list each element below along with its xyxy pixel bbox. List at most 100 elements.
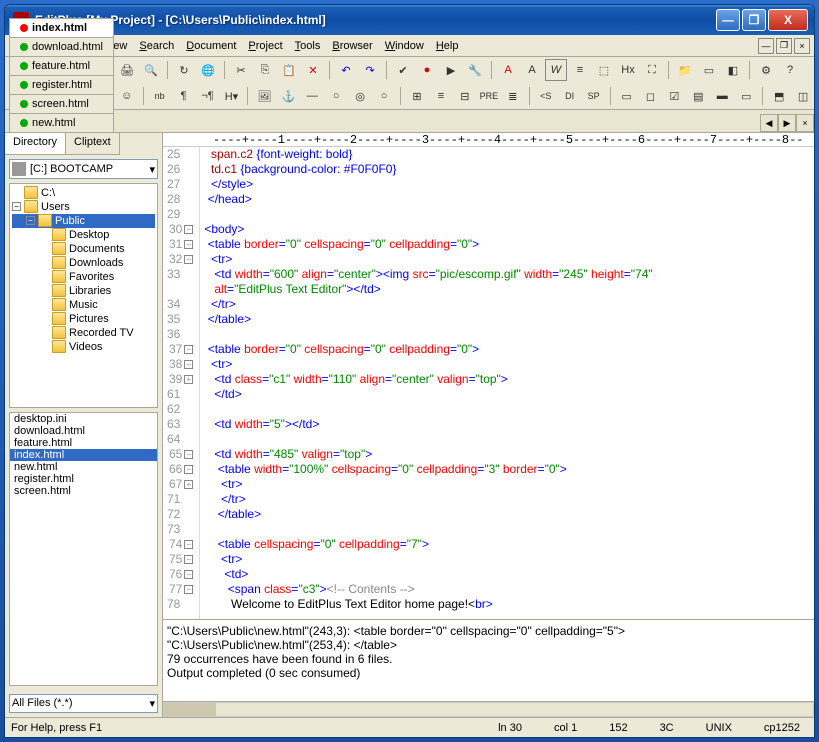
select-icon[interactable]: ⬚ (593, 59, 615, 81)
code-line[interactable]: </td> (204, 387, 814, 402)
code-line[interactable] (204, 522, 814, 537)
tree-node[interactable]: Desktop (12, 228, 155, 242)
code-line[interactable]: <span class="c3"><!-- Contents --> (204, 582, 814, 597)
menu-document[interactable]: Document (180, 38, 242, 54)
file-item[interactable]: new.html (10, 461, 157, 473)
code-line[interactable]: <tr> (204, 357, 814, 372)
dir-icon[interactable]: 📁 (674, 59, 696, 81)
browser-icon[interactable]: 🌐 (197, 59, 219, 81)
button-icon[interactable]: ▬ (711, 85, 733, 107)
titlebar[interactable]: EditPlus [My Project] - [C:\Users\Public… (5, 5, 814, 35)
fold-icon[interactable]: − (184, 240, 193, 249)
fold-icon[interactable]: − (184, 450, 193, 459)
code-line[interactable]: <table cellspacing="0" cellpadding="7"> (204, 537, 814, 552)
line-num-icon[interactable]: ≡ (569, 59, 591, 81)
delete-icon[interactable]: ✕ (302, 59, 324, 81)
doc-tab[interactable]: screen.html (9, 94, 114, 113)
fold-icon[interactable]: − (184, 540, 193, 549)
div-icon[interactable]: DI (559, 85, 581, 107)
copy-icon[interactable]: ⎘ (254, 59, 276, 81)
font-a-icon[interactable]: A (497, 59, 519, 81)
doc-tab[interactable]: feature.html (9, 56, 114, 75)
fold-icon[interactable]: − (184, 585, 193, 594)
fold-icon[interactable]: − (184, 570, 193, 579)
code-line[interactable]: <body> (204, 222, 814, 237)
center-icon[interactable]: ≡ (430, 85, 452, 107)
tab-prev-icon[interactable]: ◀ (760, 114, 778, 132)
cut-icon[interactable]: ✂ (230, 59, 252, 81)
obj-icon[interactable]: ⬒ (768, 85, 790, 107)
code-line[interactable]: <td class="c1" width="110" align="center… (204, 372, 814, 387)
para-icon[interactable]: ¶ (173, 85, 195, 107)
list-icon[interactable]: ≣ (502, 85, 524, 107)
mdi-minimize-icon[interactable]: — (758, 38, 774, 54)
preview-icon[interactable]: 🔍 (140, 59, 162, 81)
tree-node[interactable]: Music (12, 298, 155, 312)
folder-tree[interactable]: C:\−Users−PublicDesktopDocumentsDownload… (9, 183, 158, 408)
tab-close-icon[interactable]: × (796, 114, 814, 132)
play-icon[interactable]: ▶ (440, 59, 462, 81)
code-line[interactable]: </table> (204, 312, 814, 327)
wrap-icon[interactable]: W (545, 59, 567, 81)
mdi-restore-icon[interactable]: ❐ (776, 38, 792, 54)
redo-icon[interactable]: ↷ (359, 59, 381, 81)
maximize-button[interactable]: ❐ (742, 9, 766, 31)
drive-selector[interactable]: [C:] BOOTCAMP ▾ (9, 159, 158, 179)
h-scrollbar[interactable] (163, 702, 814, 717)
check-icon[interactable]: ☑ (663, 85, 685, 107)
tree-node[interactable]: Pictures (12, 312, 155, 326)
menu-browser[interactable]: Browser (326, 38, 378, 54)
code-line[interactable]: </tr> (204, 297, 814, 312)
code-line[interactable]: <tr> (204, 252, 814, 267)
panel-icon[interactable]: ◧ (722, 59, 744, 81)
file-item[interactable]: desktop.ini (10, 413, 157, 425)
close-button[interactable]: X (768, 9, 808, 31)
tool-icon[interactable]: 🔧 (464, 59, 486, 81)
heading-icon[interactable]: H▾ (221, 85, 243, 107)
menu-help[interactable]: Help (430, 38, 465, 54)
code-line[interactable]: <table border="0" cellspacing="0" cellpa… (204, 237, 814, 252)
pre-icon[interactable]: PRE (478, 85, 500, 107)
doc-tab[interactable]: new.html (9, 113, 114, 132)
menu-window[interactable]: Window (379, 38, 430, 54)
link2-icon[interactable]: ○ (373, 85, 395, 107)
output-icon[interactable]: ▭ (698, 59, 720, 81)
record-icon[interactable]: ● (416, 59, 438, 81)
code-line[interactable]: <table border="0" cellspacing="0" cellpa… (204, 342, 814, 357)
frame-icon[interactable]: ◫ (792, 85, 814, 107)
code-line[interactable]: <td> (204, 567, 814, 582)
code-line[interactable]: </table> (204, 507, 814, 522)
code-line[interactable]: span.c2 {font-weight: bold} (204, 147, 814, 162)
menu-search[interactable]: Search (133, 38, 180, 54)
fold-icon[interactable]: − (184, 345, 193, 354)
arrow-icon[interactable]: ¬¶ (197, 85, 219, 107)
expand-icon[interactable]: − (12, 202, 21, 211)
code-line[interactable]: <td width="600" align="center"><img src=… (204, 267, 814, 282)
file-filter[interactable]: All Files (*.*) ▾ (9, 694, 158, 713)
tree-node[interactable]: Documents (12, 242, 155, 256)
tab-directory[interactable]: Directory (5, 133, 66, 155)
tree-node[interactable]: Libraries (12, 284, 155, 298)
paste-icon[interactable]: 📋 (278, 59, 300, 81)
form-icon[interactable]: ▭ (616, 85, 638, 107)
reload-icon[interactable]: ↻ (173, 59, 195, 81)
hex-icon[interactable]: Hx (617, 59, 639, 81)
fold-icon[interactable]: − (184, 465, 193, 474)
tree-node[interactable]: −Users (12, 200, 155, 214)
doc-tab[interactable]: register.html (9, 75, 114, 94)
code-line[interactable]: <tr> (204, 477, 814, 492)
help-icon[interactable]: ? (779, 59, 801, 81)
code-line[interactable]: Welcome to EditPlus Text Editor home pag… (204, 597, 814, 612)
file-item[interactable]: download.html (10, 425, 157, 437)
tree-node[interactable]: Downloads (12, 256, 155, 270)
menu-project[interactable]: Project (242, 38, 288, 54)
tree-node[interactable]: −Public (12, 214, 155, 228)
doc-tab[interactable]: index.html (9, 18, 114, 37)
tree-node[interactable]: Recorded TV (12, 326, 155, 340)
tab-cliptext[interactable]: Cliptext (66, 133, 120, 155)
settings-icon[interactable]: ⚙ (755, 59, 777, 81)
code-line[interactable]: </style> (204, 177, 814, 192)
tree-node[interactable]: C:\ (12, 186, 155, 200)
fold-icon[interactable]: − (184, 255, 193, 264)
code-line[interactable]: </tr> (204, 492, 814, 507)
